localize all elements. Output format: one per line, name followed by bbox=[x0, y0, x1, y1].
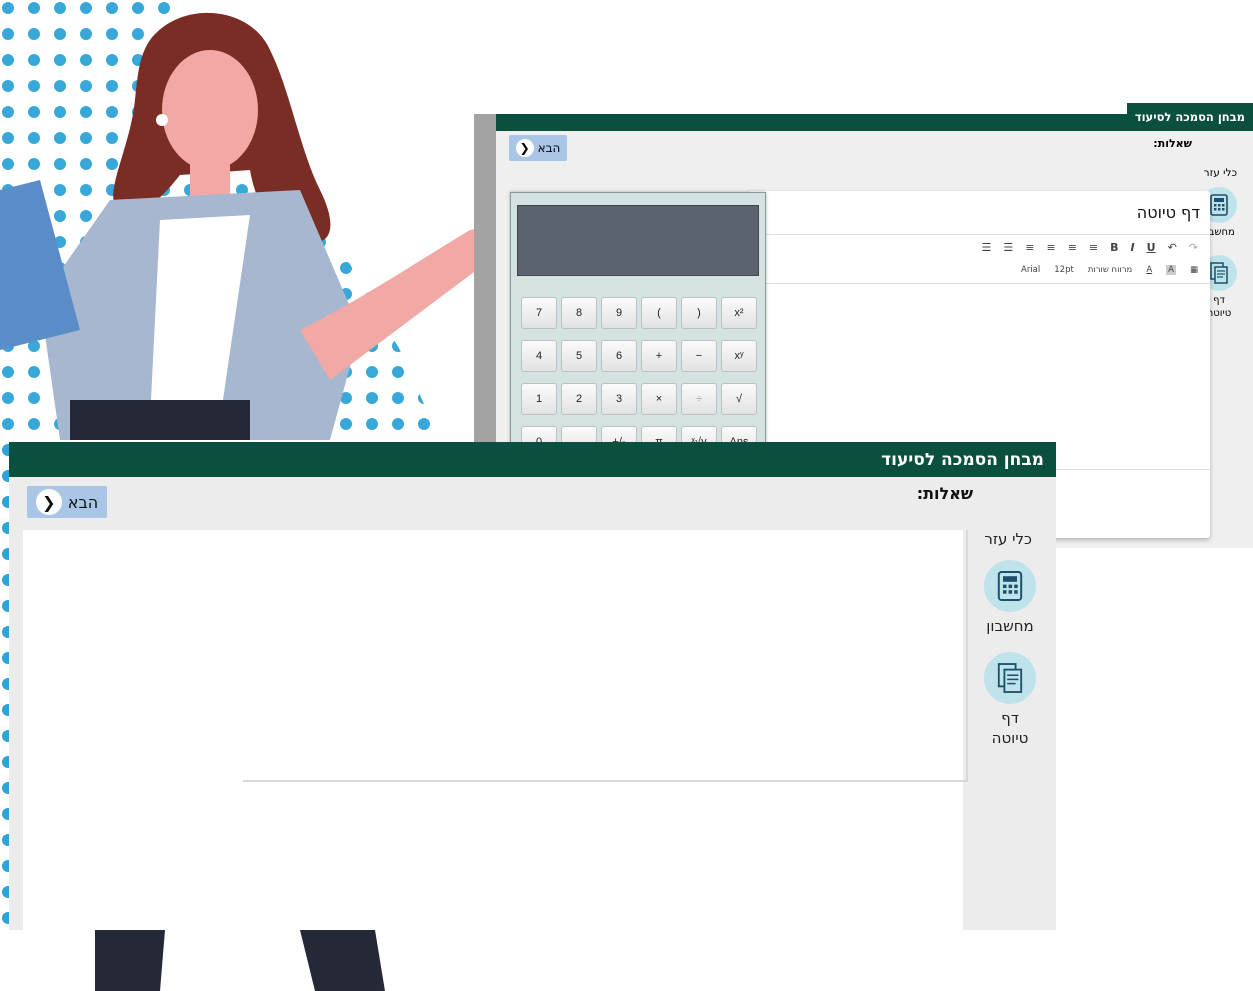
draft-page-icon bbox=[984, 652, 1036, 704]
next-label: הבא bbox=[67, 492, 99, 512]
tools-label: כלי עזר bbox=[984, 530, 1032, 548]
calculator-tool[interactable]: מחשבון bbox=[982, 560, 1038, 636]
editor-toolbar-row2: ▦ A A מרווח שורות 12pt Arial bbox=[1021, 265, 1198, 275]
calculator-tool-label: מחשבון bbox=[986, 617, 1034, 635]
exam-header-bar: מבחן הסמכה לסיעוד bbox=[9, 442, 1056, 477]
calculator-widget: 7 8 9 ( ) x² 4 5 6 + − xʸ 1 2 3 × ÷ √ 0 … bbox=[510, 192, 766, 474]
font-size-select[interactable]: 12pt bbox=[1054, 265, 1074, 275]
align-right-button[interactable]: ≡ bbox=[1068, 241, 1077, 254]
calc-key-divide[interactable]: ÷ bbox=[681, 383, 717, 415]
calc-key-7[interactable]: 7 bbox=[521, 297, 557, 329]
earring bbox=[156, 114, 168, 126]
calc-key-5[interactable]: 5 bbox=[561, 340, 597, 372]
background-exam-title: מבחן הסמכה לסיעוד bbox=[1126, 103, 1253, 131]
background-next-button[interactable]: הבא ❮ bbox=[509, 135, 567, 161]
bullet-list-button[interactable]: ☰ bbox=[982, 241, 992, 254]
draft-divider bbox=[748, 234, 1210, 235]
face bbox=[162, 50, 258, 170]
calc-key-1[interactable]: 1 bbox=[521, 383, 557, 415]
calc-key-9[interactable]: 9 bbox=[601, 297, 637, 329]
next-button[interactable]: הבא ❮ bbox=[27, 486, 107, 518]
question-frame bbox=[243, 530, 968, 782]
calc-key-square[interactable]: x² bbox=[721, 297, 757, 329]
background-tools-label: כלי עזר bbox=[1203, 167, 1237, 179]
background-color-button[interactable]: A bbox=[1166, 265, 1176, 275]
calculator-display bbox=[517, 205, 759, 276]
underline-button[interactable]: U bbox=[1147, 241, 1156, 254]
calc-key-minus[interactable]: − bbox=[681, 340, 717, 372]
editor-toolbar: ↷ ↶ U I B ≡ ≡ ≡ ≡ ☰ ☰ bbox=[982, 241, 1198, 254]
calc-key-power[interactable]: xʸ bbox=[721, 340, 757, 372]
align-center-button[interactable]: ≡ bbox=[1046, 241, 1055, 254]
line-spacing-select[interactable]: מרווח שורות bbox=[1088, 265, 1133, 275]
draft-page-tool[interactable]: דף טיוטה bbox=[982, 652, 1038, 748]
redo-button[interactable]: ↷ bbox=[1189, 241, 1198, 254]
exam-title: מבחן הסמכה לסיעוד bbox=[881, 449, 1044, 470]
chevron-left-icon: ❮ bbox=[35, 489, 62, 515]
question-content-area bbox=[23, 530, 968, 930]
draft-tool-label: דף טיוטה bbox=[1206, 295, 1232, 319]
calc-key-4[interactable]: 4 bbox=[521, 340, 557, 372]
questions-label: שאלות: bbox=[916, 484, 973, 503]
pants-right bbox=[300, 930, 385, 991]
pants-top bbox=[70, 400, 250, 440]
exam-window: מבחן הסמכה לסיעוד הבא ❮ שאלות: כלי עזר מ… bbox=[9, 442, 1056, 930]
font-family-select[interactable]: Arial bbox=[1021, 265, 1040, 275]
calc-key-2[interactable]: 2 bbox=[561, 383, 597, 415]
calc-key-plus[interactable]: + bbox=[641, 340, 677, 372]
text-color-button[interactable]: A bbox=[1146, 265, 1152, 275]
bold-button[interactable]: B bbox=[1110, 241, 1118, 254]
calc-key-close-paren[interactable]: ) bbox=[681, 297, 717, 329]
calc-key-multiply[interactable]: × bbox=[641, 383, 677, 415]
next-label: הבא bbox=[537, 141, 561, 155]
align-left-button[interactable]: ≡ bbox=[1025, 241, 1034, 254]
table-icon[interactable]: ▦ bbox=[1190, 265, 1198, 275]
pants-left bbox=[95, 930, 165, 991]
draft-page-title: דף טיוטה bbox=[1136, 203, 1200, 222]
undo-button[interactable]: ↶ bbox=[1168, 241, 1177, 254]
calc-key-8[interactable]: 8 bbox=[561, 297, 597, 329]
draft-page-tool-label: דף טיוטה bbox=[991, 709, 1029, 747]
calculator-icon bbox=[984, 560, 1036, 612]
calc-key-sqrt[interactable]: √ bbox=[721, 383, 757, 415]
italic-button[interactable]: I bbox=[1131, 241, 1135, 254]
align-justify-button[interactable]: ≡ bbox=[1089, 241, 1098, 254]
numbered-list-button[interactable]: ☰ bbox=[1003, 241, 1013, 254]
calc-key-3[interactable]: 3 bbox=[601, 383, 637, 415]
calc-key-open-paren[interactable]: ( bbox=[641, 297, 677, 329]
calculator-keypad: 7 8 9 ( ) x² 4 5 6 + − xʸ 1 2 3 × ÷ √ 0 … bbox=[521, 297, 757, 458]
chevron-left-icon: ❮ bbox=[515, 139, 534, 157]
calc-key-6[interactable]: 6 bbox=[601, 340, 637, 372]
background-questions-label: שאלות: bbox=[1153, 137, 1192, 150]
